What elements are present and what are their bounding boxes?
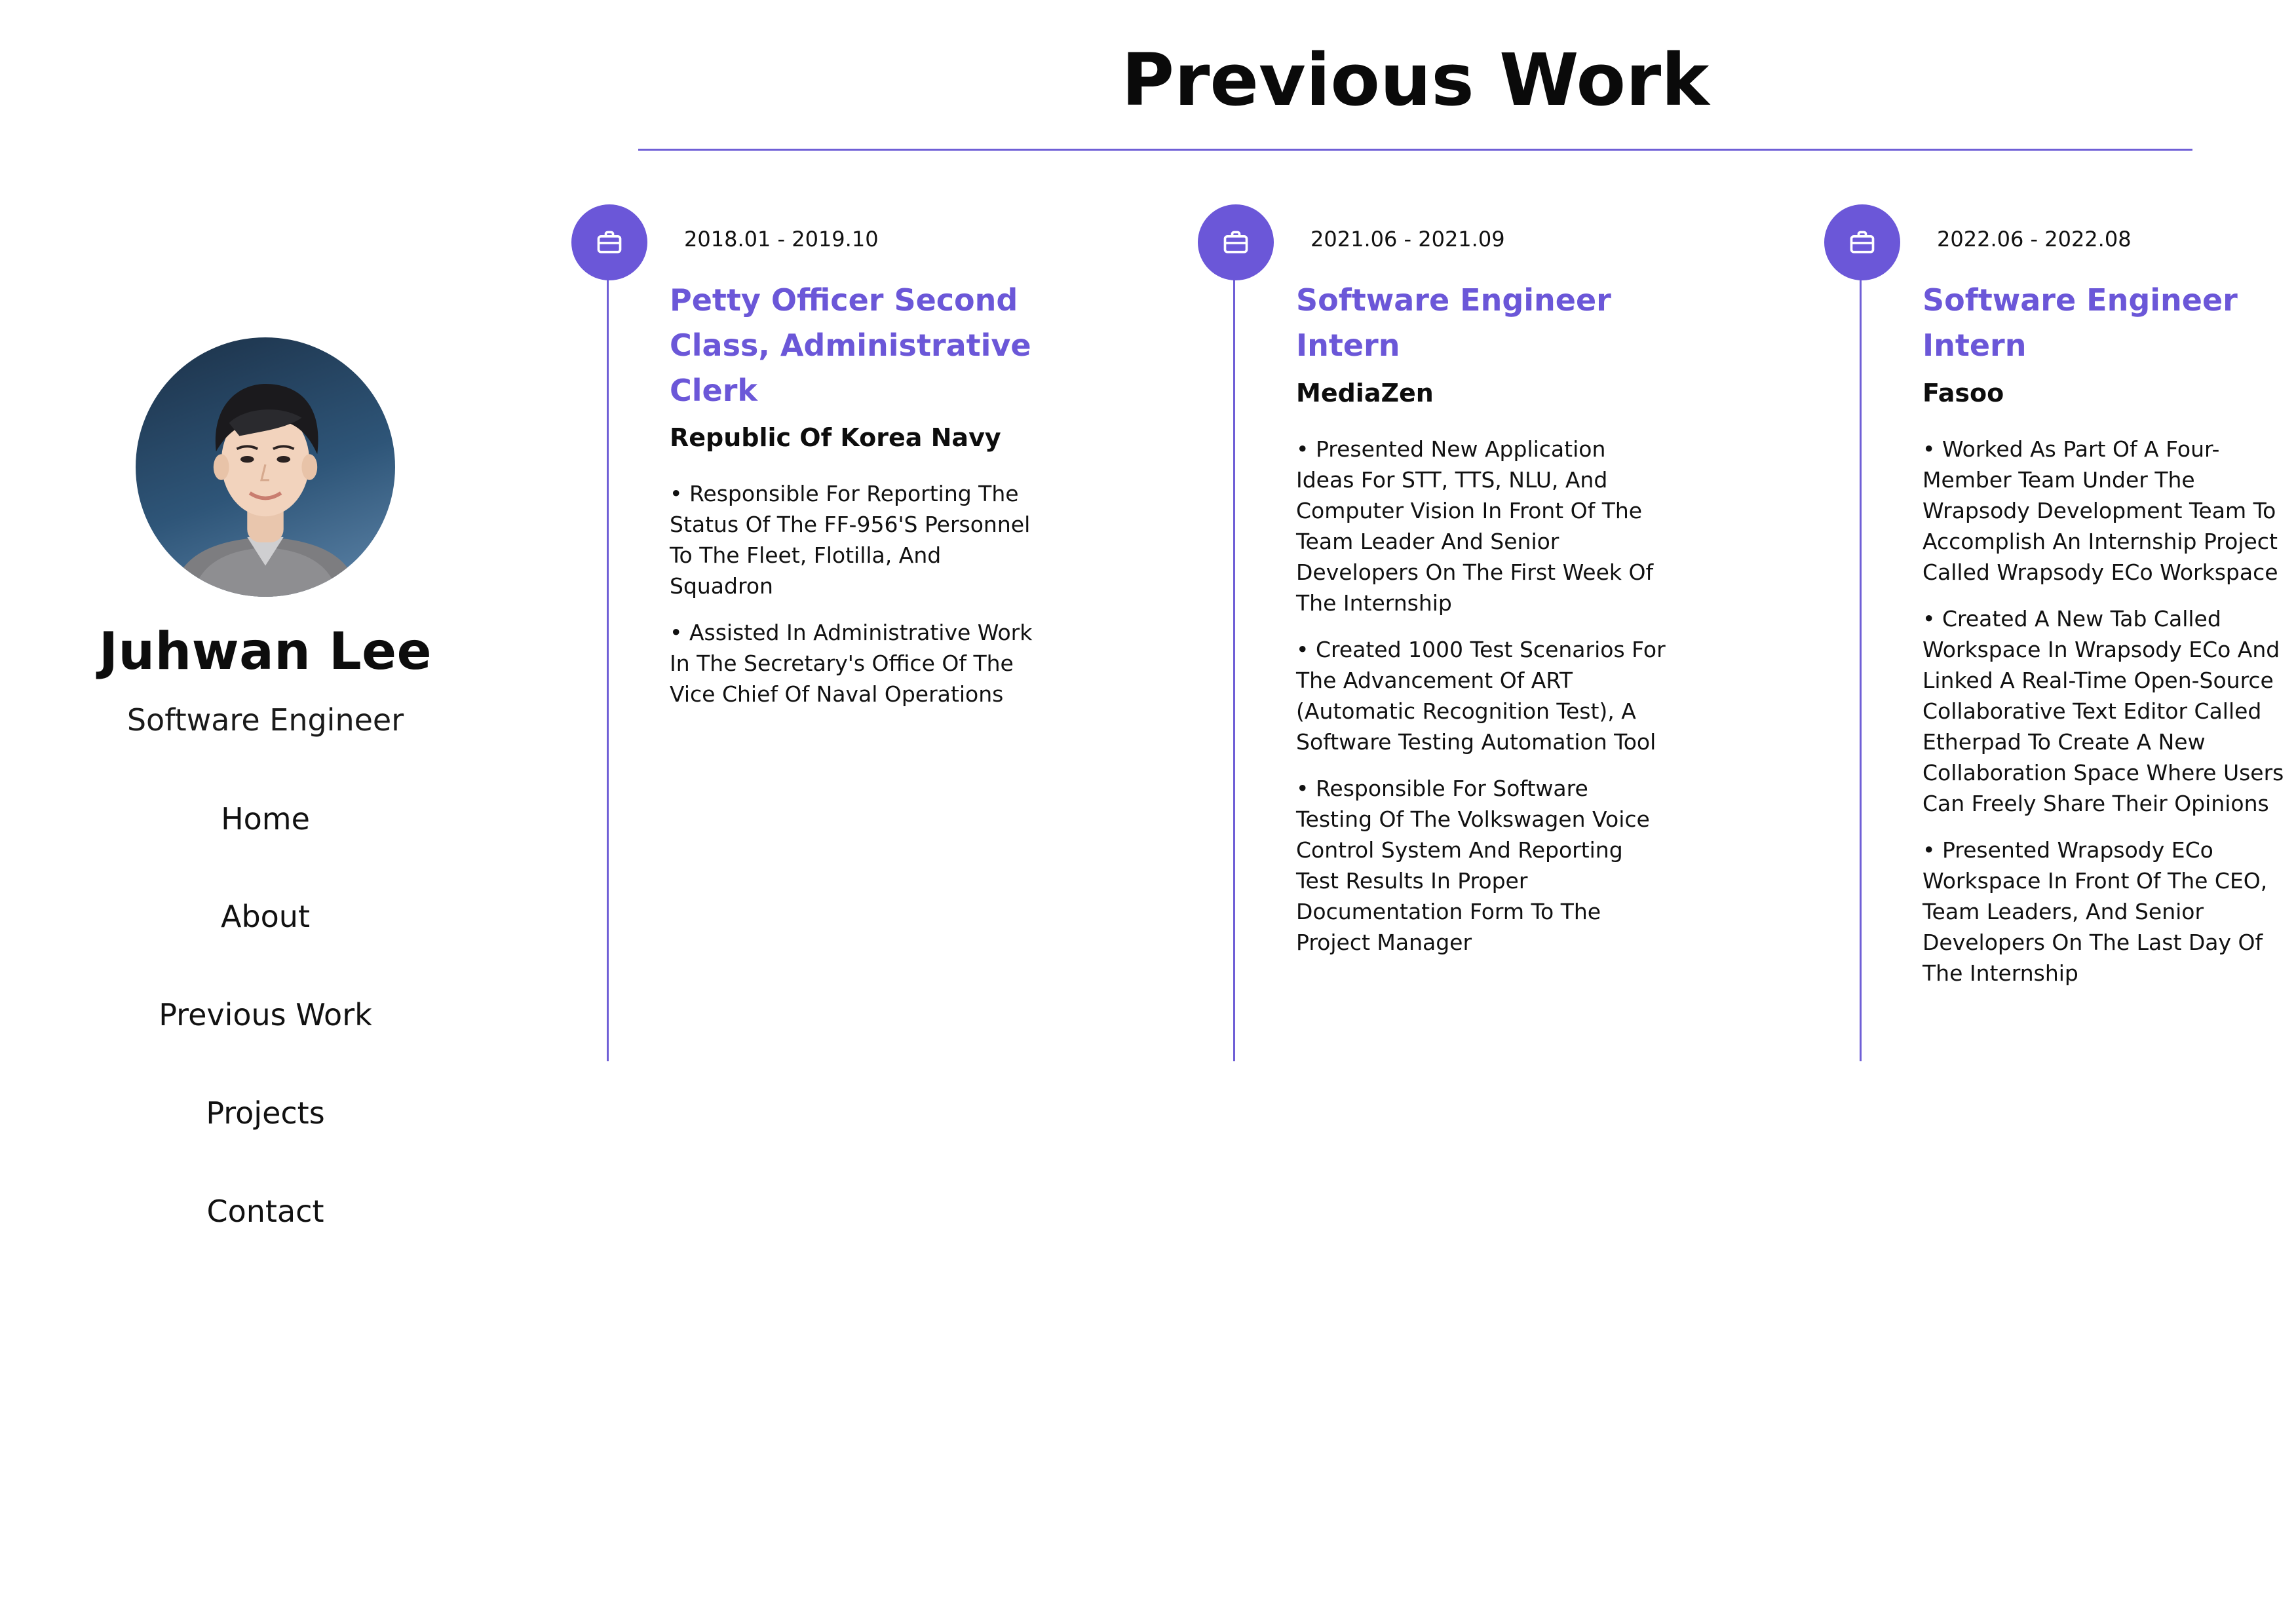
timeline-marker [1824,204,1900,280]
briefcase-icon [1850,231,1875,254]
profile-photo [172,383,359,597]
briefcase-icon [1223,231,1248,254]
timeline-marker [571,204,647,280]
profile-role: Software Engineer [126,702,404,738]
timeline-line [1860,275,1862,1061]
nav-about[interactable]: About [0,899,531,934]
job-date: 2018.01 - 2019.10 [684,227,879,252]
timeline-marker [1198,204,1274,280]
job-bullet: • Assisted In Administrative Work In The… [670,620,1033,707]
job-title: Petty Officer Second Class, Administrati… [670,282,1031,408]
job-company: MediaZen [1296,379,1434,407]
job-bullet: • Responsible For Software Testing Of Th… [1296,776,1650,955]
profile-name: Juhwan Lee [99,622,432,681]
timeline-line [607,275,609,1061]
job-company: Fasoo [1923,379,2004,407]
job-bullet: • Created A New Tab Called Workspace In … [1923,606,2284,816]
job-bullet: • Presented New Application Ideas For ST… [1296,436,1654,616]
job-title: Software Engineer Intern [1296,282,1611,363]
nav-home[interactable]: Home [0,801,531,837]
timeline-line [1233,275,1235,1061]
job-bullets: • Worked As Part Of A Four-Member Team U… [1923,434,2296,1004]
job-bullets: • Presented New Application Ideas For ST… [1296,434,1670,973]
avatar [136,337,395,597]
timeline-item: 2022.06 - 2022.08 Software Engineer Inte… [1824,0,2296,1624]
job-date: 2021.06 - 2021.09 [1311,227,1505,252]
timeline-item: 2018.01 - 2019.10 Petty Officer Second C… [571,0,1043,1624]
job-bullet: • Created 1000 Test Scenarios For The Ad… [1296,637,1666,755]
timeline-item: 2021.06 - 2021.09 Software Engineer Inte… [1198,0,1670,1624]
nav-previous-work[interactable]: Previous Work [0,997,531,1032]
nav-contact[interactable]: Contact [0,1194,531,1229]
job-bullet: • Responsible For Reporting The Status O… [670,481,1031,599]
job-bullet: • Worked As Part Of A Four-Member Team U… [1923,436,2278,585]
job-company: Republic Of Korea Navy [670,423,1001,452]
job-bullets: • Responsible For Reporting The Status O… [670,478,1043,725]
job-title: Software Engineer Intern [1923,282,2238,363]
job-bullet: • Presented Wrapsody ECo Workspace In Fr… [1923,837,2268,986]
job-date: 2022.06 - 2022.08 [1937,227,2132,252]
nav-projects[interactable]: Projects [0,1095,531,1131]
sidebar: Juhwan Lee Software Engineer Home About … [0,0,531,1624]
briefcase-icon [597,231,622,254]
